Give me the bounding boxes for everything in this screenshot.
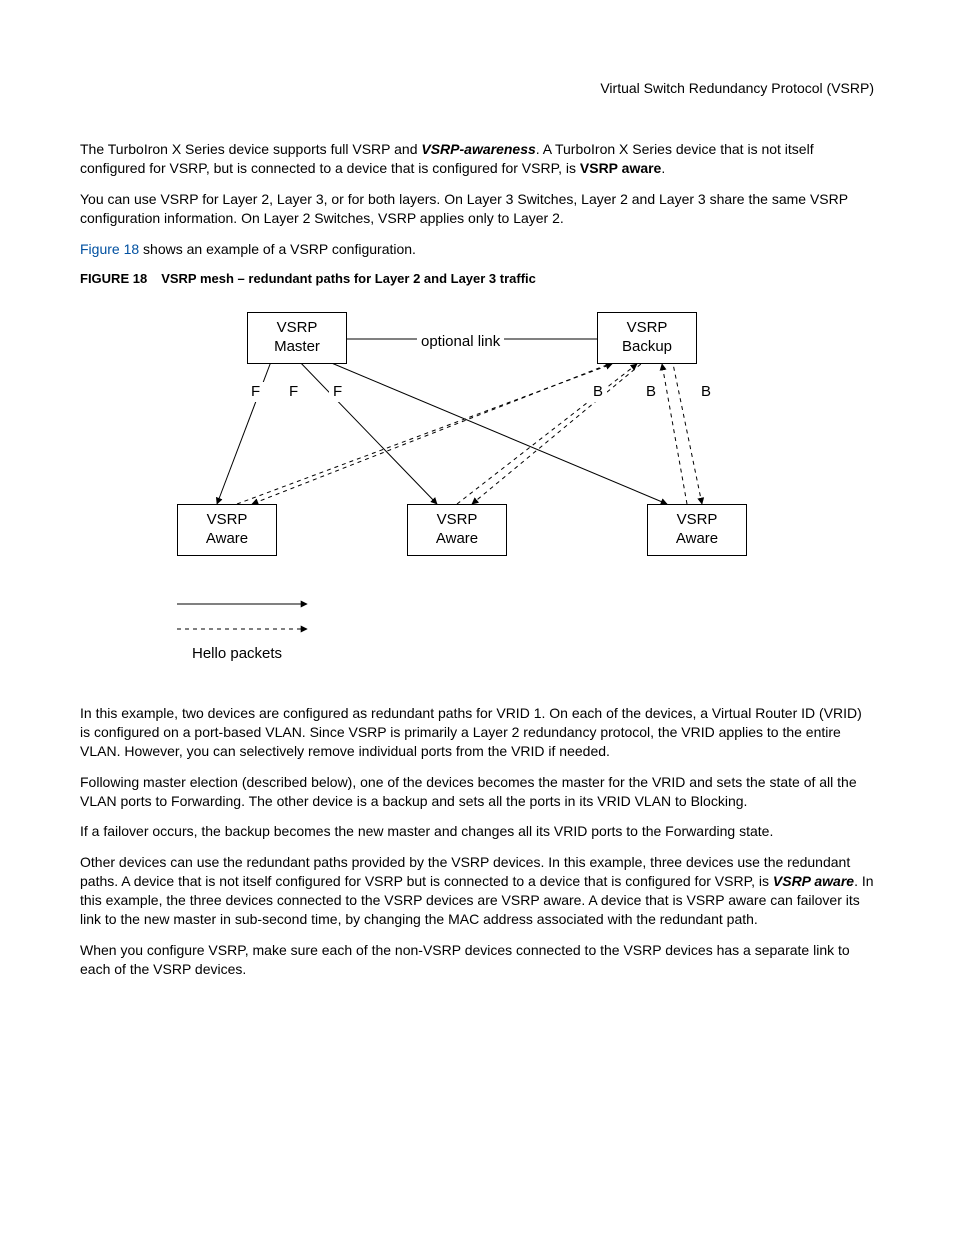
para-6: If a failover occurs, the backup becomes…	[80, 822, 874, 841]
para-7: Other devices can use the redundant path…	[80, 853, 874, 929]
page: Virtual Switch Redundancy Protocol (VSRP…	[0, 0, 954, 1235]
text: VSRP	[277, 319, 318, 336]
node-vsrp-master: VSRP Master	[247, 312, 347, 364]
text: VSRP	[437, 511, 478, 528]
term-vsrp-awareness: VSRP-awareness	[421, 141, 535, 157]
figure-title: VSRP mesh – redundant paths for Layer 2 …	[161, 271, 536, 286]
para-8: When you configure VSRP, make sure each …	[80, 941, 874, 979]
link-figure-18[interactable]: Figure 18	[80, 241, 139, 257]
label-f: F	[329, 382, 346, 402]
para-3: Figure 18 shows an example of a VSRP con…	[80, 240, 874, 259]
label-optional-link: optional link	[417, 332, 504, 352]
label-b: B	[697, 382, 715, 402]
text: Other devices can use the redundant path…	[80, 854, 850, 889]
label-b: B	[642, 382, 660, 402]
node-vsrp-backup: VSRP Backup	[597, 312, 697, 364]
text: Master	[274, 338, 320, 355]
label-f: F	[285, 382, 302, 402]
para-4: In this example, two devices are configu…	[80, 704, 874, 761]
figure-number: FIGURE 18	[80, 271, 147, 286]
para-2: You can use VSRP for Layer 2, Layer 3, o…	[80, 190, 874, 228]
text: The TurboIron X Series device supports f…	[80, 141, 421, 157]
node-vsrp-aware-2: VSRP Aware	[407, 504, 507, 556]
term-vsrp-aware: VSRP aware	[580, 160, 661, 176]
text: Backup	[622, 338, 672, 355]
para-5: Following master election (described bel…	[80, 773, 874, 811]
figure-diagram: VSRP Master VSRP Backup VSRP Aware VSRP …	[157, 304, 797, 684]
text: VSRP	[627, 319, 668, 336]
label-f: F	[247, 382, 264, 402]
para-1: The TurboIron X Series device supports f…	[80, 140, 874, 178]
text: VSRP	[677, 511, 718, 528]
term-vsrp-aware: VSRP aware	[773, 873, 854, 889]
text: shows an example of a VSRP configuration…	[139, 241, 416, 257]
figure-caption: FIGURE 18 VSRP mesh – redundant paths for…	[80, 270, 874, 288]
text: Aware	[676, 530, 718, 547]
label-b: B	[589, 382, 607, 402]
text: Aware	[206, 530, 248, 547]
text: .	[661, 160, 665, 176]
body: The TurboIron X Series device supports f…	[80, 140, 874, 979]
text: VSRP	[207, 511, 248, 528]
text: Aware	[436, 530, 478, 547]
node-vsrp-aware-3: VSRP Aware	[647, 504, 747, 556]
node-vsrp-aware-1: VSRP Aware	[177, 504, 277, 556]
legend-hello-packets: Hello packets	[192, 644, 282, 664]
section-header: Virtual Switch Redundancy Protocol (VSRP…	[600, 80, 874, 96]
